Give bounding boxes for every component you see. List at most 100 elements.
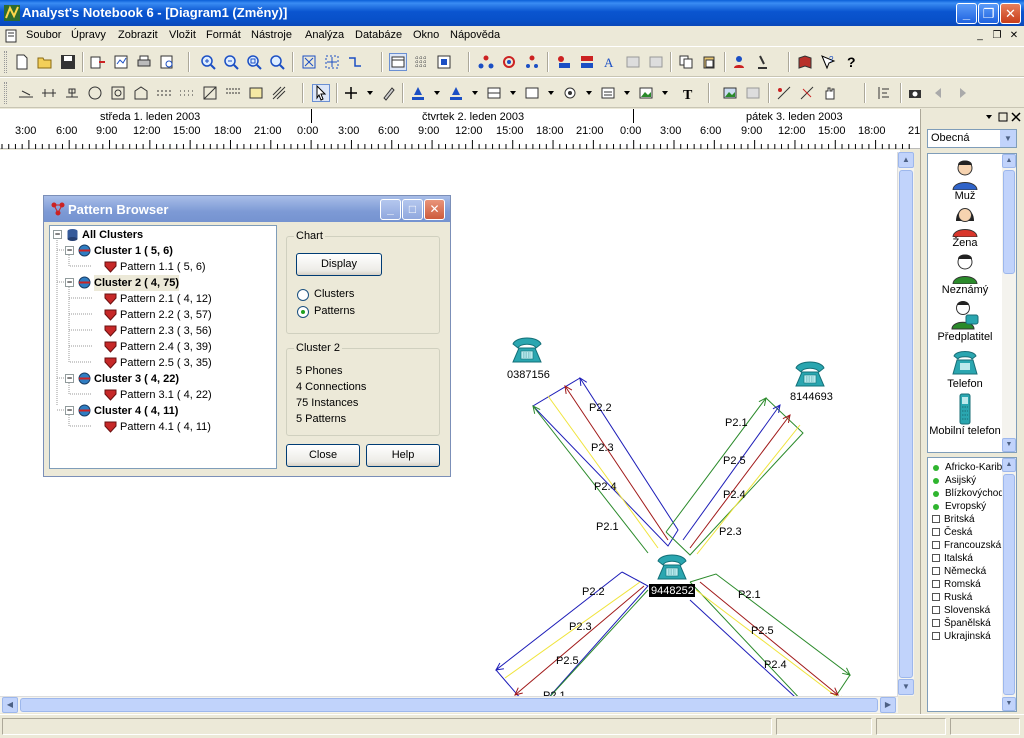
- tree-item-cluster[interactable]: − Cluster 2 ( 4, 75): [50, 275, 276, 291]
- toolbar-grip[interactable]: [4, 82, 7, 104]
- line-style-icon[interactable]: [486, 85, 502, 101]
- attribute-checkbox[interactable]: [932, 554, 940, 562]
- link-label[interactable]: P2.1: [596, 521, 619, 533]
- dropdown-arrow-icon[interactable]: [543, 85, 559, 101]
- link-label[interactable]: P2.3: [591, 442, 614, 454]
- timeline-view-icon[interactable]: [389, 53, 407, 71]
- scroll-up-arrow[interactable]: ▲: [1002, 458, 1016, 472]
- vertical-scroll-thumb[interactable]: [899, 170, 913, 678]
- telephone-icon[interactable]: [657, 554, 687, 580]
- menu-analyza[interactable]: Analýza: [305, 29, 344, 41]
- canvas-vertical-scrollbar[interactable]: ▲ ▼: [897, 152, 914, 696]
- box-icon[interactable]: [110, 85, 126, 101]
- mdi-minimize-button[interactable]: _: [973, 29, 987, 43]
- attribute-checkbox[interactable]: [932, 593, 940, 601]
- tree-item-pattern[interactable]: Pattern 2.1 ( 4, 12): [50, 291, 276, 307]
- dialog-minimize-button[interactable]: _: [380, 199, 401, 220]
- find-path-icon[interactable]: [501, 54, 517, 70]
- link-p2-3[interactable]: [564, 385, 669, 541]
- link-label[interactable]: P2.1: [725, 417, 748, 429]
- link-label[interactable]: P2.1: [738, 589, 761, 601]
- attribute-checkbox[interactable]: [932, 580, 940, 588]
- attribute-checkbox[interactable]: [932, 606, 940, 614]
- attribute-item[interactable]: Ukrajinská: [932, 630, 991, 643]
- hand-tool-icon[interactable]: [822, 85, 838, 101]
- toolbar-grip[interactable]: [4, 51, 7, 73]
- palette-scrollbar[interactable]: ▲ ▼: [1002, 154, 1016, 452]
- zoom-out-icon[interactable]: [223, 54, 239, 70]
- horizontal-scroll-thumb[interactable]: [20, 698, 878, 712]
- attribute-item[interactable]: Francouzská: [932, 539, 1001, 552]
- scroll-down-arrow[interactable]: ▼: [1002, 438, 1016, 452]
- add-cross-icon[interactable]: [343, 85, 359, 101]
- window-title-bar[interactable]: Analyst's Notebook 6 - [Diagram1 (Změny)…: [0, 0, 1024, 26]
- attribute-checkbox[interactable]: [932, 619, 940, 627]
- forward-arrow-icon[interactable]: [954, 85, 970, 101]
- link-label[interactable]: P2.5: [723, 455, 746, 467]
- circle-style-icon[interactable]: [562, 85, 578, 101]
- attribute-scroll-thumb[interactable]: [1003, 474, 1015, 695]
- scroll-down-arrow[interactable]: ▼: [898, 679, 914, 695]
- tree-collapse-icon[interactable]: −: [65, 278, 74, 287]
- label-icon[interactable]: [133, 85, 149, 101]
- tree-item-cluster[interactable]: − Cluster 3 ( 4, 22): [50, 371, 276, 387]
- dropdown-arrow-icon[interactable]: [619, 85, 635, 101]
- panel-dropdown-icon[interactable]: [983, 111, 995, 123]
- dropdown-arrow-icon[interactable]: [429, 85, 445, 101]
- dropdown-arrow-icon[interactable]: [362, 85, 378, 101]
- scroll-up-arrow[interactable]: ▲: [898, 152, 914, 168]
- list-items-icon[interactable]: [625, 54, 641, 70]
- canvas-horizontal-scrollbar[interactable]: ◀ ▶: [0, 696, 898, 713]
- attribute-item[interactable]: Slovenská: [932, 604, 990, 617]
- zoom-in-icon[interactable]: [200, 54, 216, 70]
- panel-restore-icon[interactable]: [997, 111, 1009, 123]
- table-icon[interactable]: [248, 85, 264, 101]
- palette-item-man[interactable]: Muž: [928, 158, 1002, 202]
- network-icon[interactable]: [478, 54, 494, 70]
- tree-item-pattern[interactable]: Pattern 1.1 ( 5, 6): [50, 259, 276, 275]
- chevron-down-icon[interactable]: ▼: [1000, 130, 1016, 147]
- menu-napoveda[interactable]: Nápověda: [450, 29, 500, 41]
- link-label[interactable]: P2.5: [556, 655, 579, 667]
- phone-number-label[interactable]: 8144693: [790, 391, 833, 403]
- palette-select[interactable]: Obecná ▼: [927, 129, 1017, 148]
- pattern-browser-title-bar[interactable]: Pattern Browser _ □ ✕: [44, 196, 450, 222]
- palette-item-unknown[interactable]: Neznámý: [928, 252, 1002, 296]
- clusters-radio-label[interactable]: Clusters: [314, 288, 354, 300]
- scroll-right-arrow[interactable]: ▶: [880, 697, 896, 713]
- link-label[interactable]: P2.2: [582, 586, 605, 598]
- telephone-icon[interactable]: [795, 361, 825, 387]
- attribute-checkbox[interactable]: [932, 632, 940, 640]
- image-disabled-icon[interactable]: [745, 85, 761, 101]
- attribute-list[interactable]: Africko-Karibs Asijský Blízkovýchodní Evrop…: [927, 457, 1017, 712]
- attribute-scrollbar[interactable]: ▲ ▼: [1002, 458, 1016, 711]
- palette-item-woman[interactable]: Žena: [928, 205, 1002, 249]
- link-p2-5-lr[interactable]: [699, 581, 839, 696]
- tree-collapse-icon[interactable]: −: [53, 230, 62, 239]
- image-properties-icon[interactable]: [722, 85, 738, 101]
- line-color-icon[interactable]: [410, 85, 426, 101]
- attribute-checkbox[interactable]: [932, 528, 940, 536]
- picture-icon[interactable]: [638, 85, 654, 101]
- circle-icon[interactable]: [87, 85, 103, 101]
- arrange-icon[interactable]: [347, 54, 363, 70]
- tree-item-cluster[interactable]: − Cluster 1 ( 5, 6): [50, 243, 276, 259]
- tree-item-cluster[interactable]: − Cluster 4 ( 4, 11): [50, 403, 276, 419]
- phone-number-label[interactable]: 9448252: [651, 585, 694, 597]
- tree-collapse-icon[interactable]: −: [65, 246, 74, 255]
- scroll-up-arrow[interactable]: ▲: [1002, 154, 1016, 168]
- attribute-item[interactable]: Německá: [932, 565, 986, 578]
- attribute-item[interactable]: Asijský: [932, 474, 976, 487]
- grid-icon[interactable]: [413, 54, 429, 70]
- import-icon[interactable]: [90, 54, 106, 70]
- attribute-checkbox[interactable]: [932, 515, 940, 523]
- attribute-item[interactable]: Česká: [932, 526, 972, 539]
- attribute-item[interactable]: Blízkovýchodní: [932, 487, 1012, 500]
- patterns-radio[interactable]: [297, 306, 309, 318]
- link-label[interactable]: P2.4: [764, 659, 787, 671]
- tree-item-pattern[interactable]: Pattern 2.5 ( 3, 35): [50, 355, 276, 371]
- link-p2-2-lr[interactable]: [689, 599, 820, 696]
- camera-icon[interactable]: [907, 85, 923, 101]
- display-button[interactable]: Display: [296, 253, 382, 276]
- fill-color-icon[interactable]: [448, 85, 464, 101]
